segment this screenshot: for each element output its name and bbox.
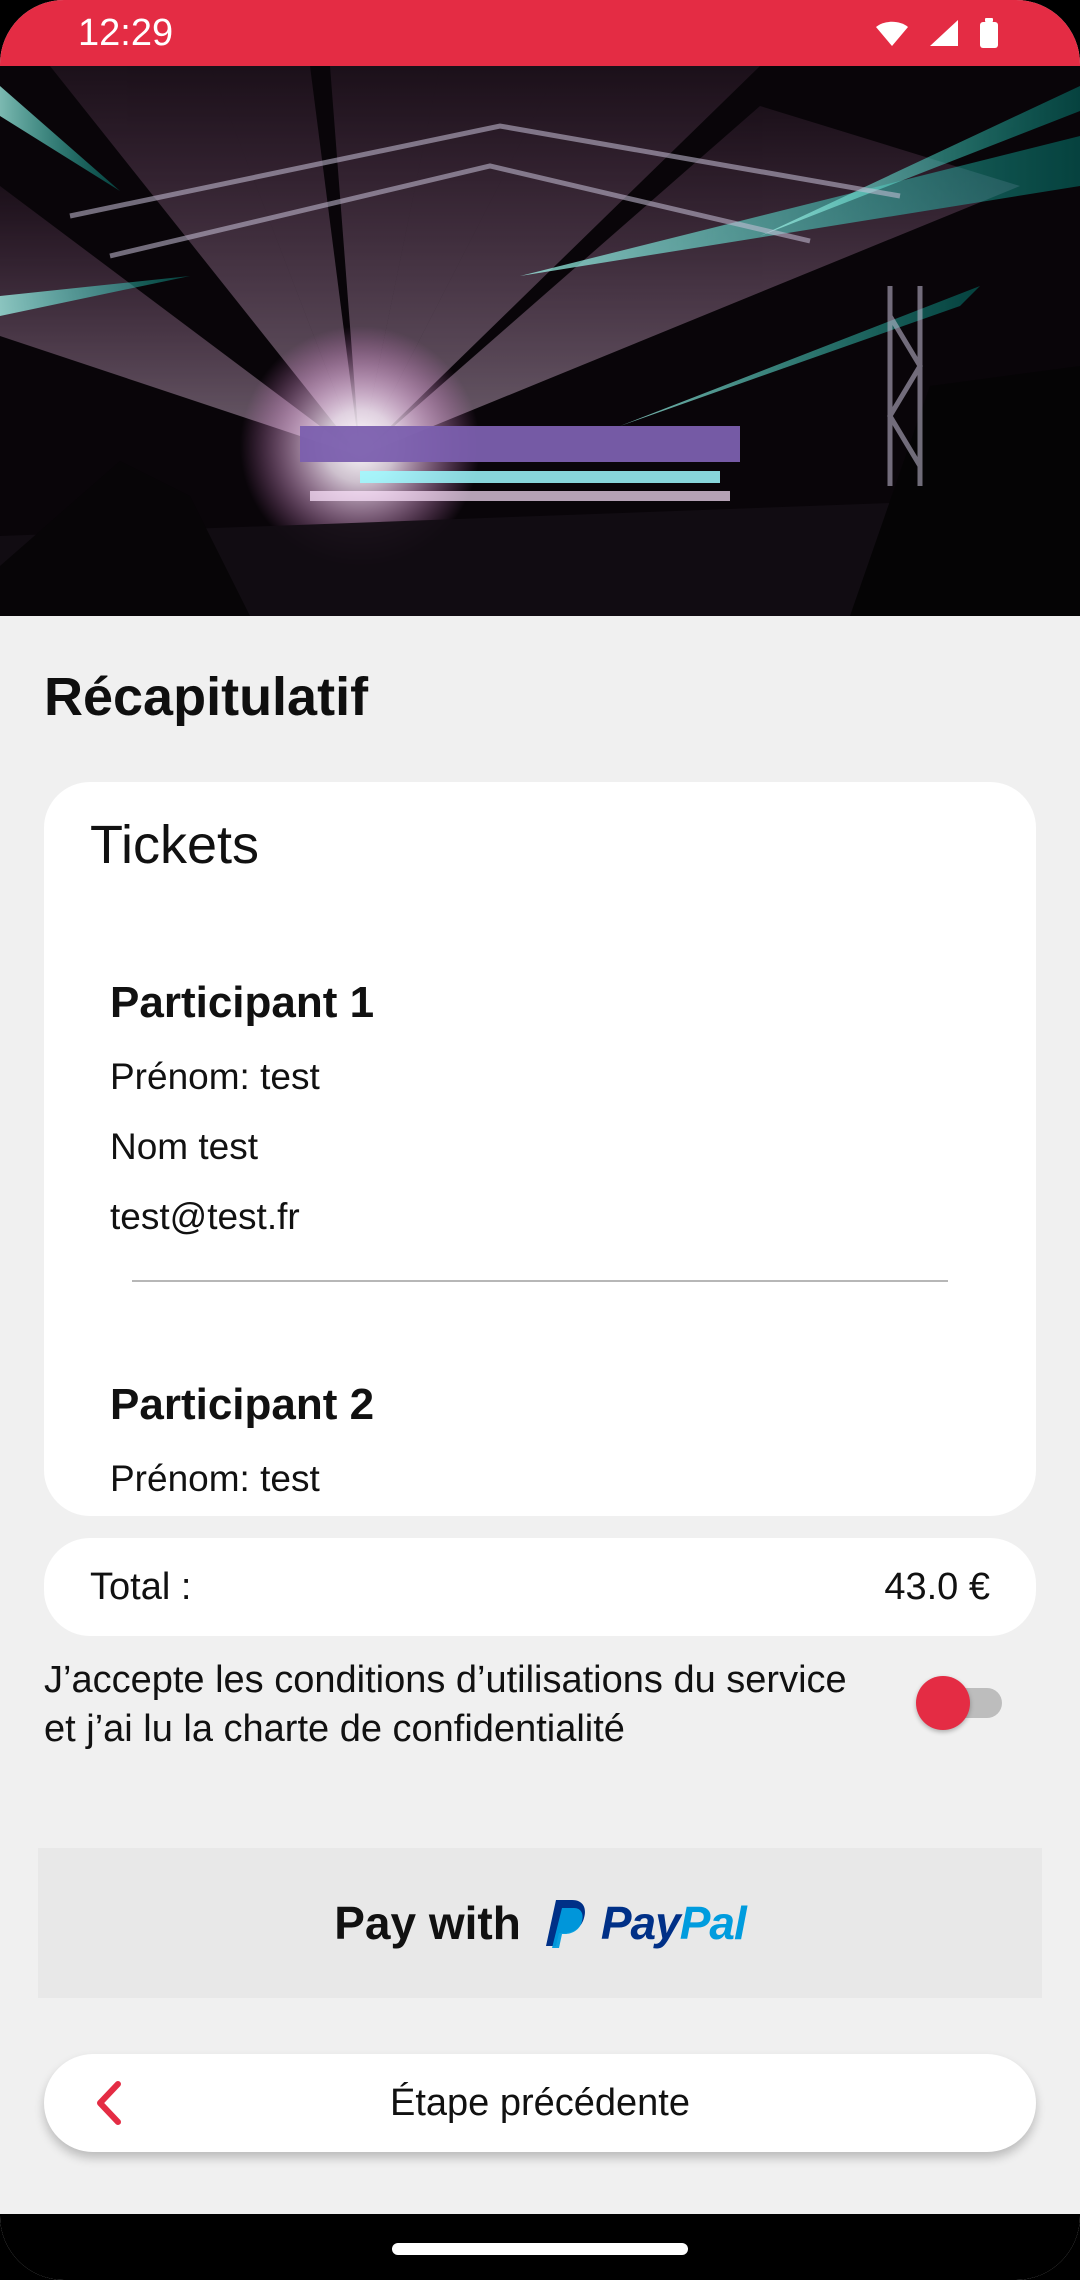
participant-last-name: Nom test <box>110 1126 259 1167</box>
wifi-icon <box>876 21 908 46</box>
total-label: Total : <box>90 1565 192 1608</box>
battery-icon <box>980 18 998 48</box>
status-time: 12:29 <box>78 11 174 54</box>
paypal-logo: PayPal <box>541 1896 747 1950</box>
cellular-signal-icon <box>930 20 958 46</box>
concert-stage-image <box>0 66 1080 616</box>
pay-with-label: Pay with <box>334 1897 521 1949</box>
participant-first-name: Prénom: test <box>110 1458 320 1499</box>
status-bar: 12:29 <box>0 0 1080 66</box>
total-summary: Total : 43.0 € <box>44 1538 1036 1636</box>
phone-screen: 12:29 Récapitulatif Tickets Participant … <box>0 0 1080 2280</box>
paypal-wordmark-pay: Pay <box>600 1897 681 1949</box>
participant-name: Participant 2 <box>110 1380 375 1429</box>
terms-consent-toggle[interactable] <box>916 1676 1008 1730</box>
participant-email: test@test.fr <box>110 1196 300 1237</box>
paypal-wordmark-pal: Pal <box>679 1897 747 1949</box>
previous-step-button[interactable]: Étape précédente <box>44 2054 1036 2152</box>
toggle-thumb <box>916 1676 970 1730</box>
paypal-icon <box>545 1900 585 1948</box>
tickets-summary-card: Tickets Participant 1 Prénom: test Nom t… <box>44 782 1036 1516</box>
tickets-title: Tickets <box>90 815 260 875</box>
participant-summary-1: Participant 1 Prénom: test Nom test test… <box>110 978 374 1238</box>
page-title: Récapitulatif <box>44 667 369 727</box>
event-hero-image <box>0 66 1080 616</box>
paypal-wordmark: PayPal <box>600 1896 747 1950</box>
participant-divider <box>132 1280 948 1282</box>
pay-with-paypal-button[interactable]: Pay with PayPal <box>38 1848 1042 1998</box>
terms-consent-text: J’accepte les conditions d’utilisations … <box>44 1659 847 1750</box>
status-icons <box>874 17 1000 49</box>
participant-summary-2: Participant 2 Prénom: test <box>110 1380 374 1500</box>
participant-name: Participant 1 <box>110 978 375 1027</box>
participant-first-name: Prénom: test <box>110 1056 320 1097</box>
home-indicator[interactable] <box>392 2243 688 2255</box>
previous-step-label: Étape précédente <box>389 2081 690 2124</box>
total-value: 43.0 € <box>884 1565 990 1608</box>
chevron-left-icon <box>97 2081 121 2125</box>
